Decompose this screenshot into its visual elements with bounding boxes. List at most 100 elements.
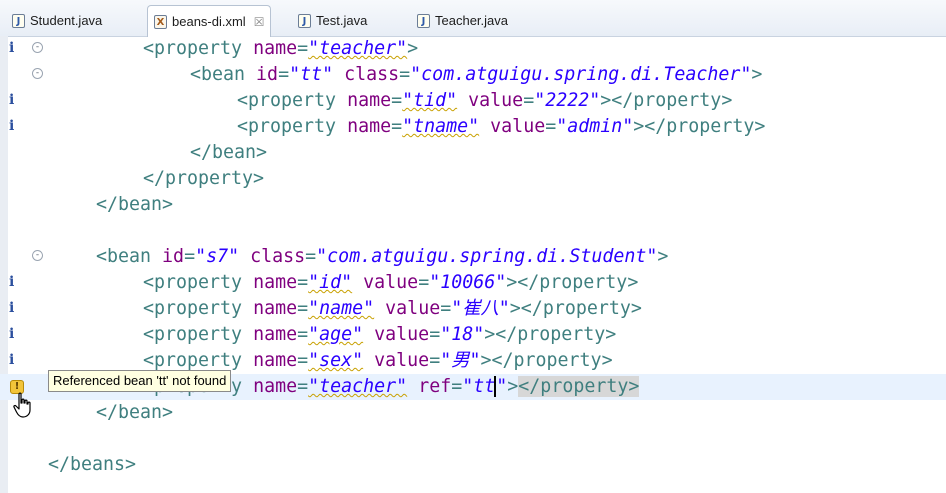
xml-tag-token: ></property> <box>507 376 640 397</box>
xml-tag-token: <property <box>237 90 348 111</box>
code-line[interactable]: i - <property name="teacher"> <box>0 36 946 62</box>
xml-attribute-token: id <box>162 246 185 267</box>
code-text: </beans> <box>48 454 136 476</box>
xml-tag-token: <property <box>237 116 348 137</box>
xml-tag-token: <bean <box>96 246 163 267</box>
xml-tag-token: = <box>297 272 309 293</box>
java-file-icon: J <box>417 13 430 28</box>
xml-editor[interactable]: i - <property name="teacher"> - <bean id="tt… <box>0 36 946 493</box>
fold-toggle-icon[interactable]: - <box>32 250 43 261</box>
code-line[interactable] <box>0 426 946 452</box>
xml-value-token: "tt" <box>462 376 508 397</box>
code-line[interactable]: </property> <box>0 166 946 192</box>
code-line[interactable]: i <property name="tname" value="admin"></… <box>0 114 946 140</box>
xml-tag-token: <property <box>143 324 254 345</box>
java-file-icon: J <box>298 13 311 28</box>
xml-tag-token: = <box>297 38 309 59</box>
code-line[interactable]: - <bean id="s7" class="com.atguigu.spring… <box>0 244 946 270</box>
xml-tag-token: </bean> <box>96 402 174 423</box>
xml-value-token: "com.atguigu.spring.di.Teacher" <box>410 64 752 85</box>
xml-value-token: "com.atguigu.spring.di.Student" <box>316 246 658 267</box>
xml-attribute-token: name <box>347 116 392 137</box>
fold-toggle-icon[interactable]: - <box>32 68 43 79</box>
xml-tag-token: </bean> <box>96 194 174 215</box>
code-line[interactable]: - <bean id="tt" class="com.atguigu.spring… <box>0 62 946 88</box>
code-line[interactable]: i <property name="id" value="10066"></pro… <box>0 270 946 296</box>
xml-tag-token <box>407 376 418 397</box>
xml-tag-token: = <box>451 376 463 397</box>
xml-value-token: "2222" <box>534 90 601 111</box>
code-text: <property name="sex" value="男"></propert… <box>143 350 613 372</box>
fold-toggle-icon[interactable]: - <box>32 42 43 53</box>
close-icon[interactable]: ☒ <box>254 15 265 29</box>
xml-value-token: "男" <box>440 350 481 371</box>
xml-value-token: "tid" <box>402 90 458 111</box>
info-marker-icon[interactable]: i <box>9 274 14 290</box>
code-line[interactable]: </bean> <box>0 140 946 166</box>
problem-tooltip: Referenced bean 'tt' not found <box>48 370 232 392</box>
xml-attribute-token: value <box>374 324 430 345</box>
xml-tag-token <box>457 90 468 111</box>
xml-tag-token: = <box>184 246 196 267</box>
xml-tag-token: </bean> <box>190 142 268 163</box>
code-text: </bean> <box>96 194 173 216</box>
xml-tag-token: = <box>429 324 441 345</box>
xml-tag-token: <property <box>143 38 254 59</box>
xml-tag-token: = <box>391 116 403 137</box>
xml-value-token: "tname" <box>402 116 480 137</box>
tab-label: Student.java <box>30 13 103 28</box>
xml-value-token: "18" <box>440 324 485 345</box>
hand-cursor-icon <box>13 392 31 418</box>
info-marker-icon[interactable]: i <box>9 40 14 56</box>
info-marker-icon[interactable]: i <box>9 118 14 134</box>
xml-attribute-token: name <box>253 298 298 319</box>
xml-tag-token <box>333 64 344 85</box>
xml-tag-token: = <box>429 350 441 371</box>
info-marker-icon[interactable]: i <box>9 300 14 316</box>
tab-test-java[interactable]: J Test.java <box>298 6 367 35</box>
xml-attribute-token: value <box>490 116 546 137</box>
xml-attribute-token: name <box>253 376 298 397</box>
xml-attribute-token: ref <box>418 376 452 397</box>
xml-tag-token: ></property> <box>484 324 617 345</box>
xml-tag-token <box>363 350 374 371</box>
tab-student-java[interactable]: J Student.java <box>12 6 102 35</box>
info-marker-icon[interactable]: i <box>9 326 14 342</box>
tab-beans-di-xml[interactable]: X beans-di.xml ☒ <box>147 5 272 37</box>
xml-attribute-token: id <box>256 64 279 85</box>
code-line[interactable]: i <property name="age" value="18"></prope… <box>0 322 946 348</box>
xml-value-token: "10066" <box>429 272 507 293</box>
xml-tag-token: = <box>418 272 430 293</box>
xml-attribute-token: value <box>363 272 419 293</box>
xml-tag-token: </beans> <box>48 454 137 475</box>
xml-tag-token: <property <box>143 272 254 293</box>
code-text: <property name="name" value="崔八"></prope… <box>143 298 642 320</box>
xml-tag-token: </property> <box>143 168 265 189</box>
code-text: <bean id="tt" class="com.atguigu.spring.… <box>190 64 762 86</box>
java-file-icon: J <box>12 13 25 28</box>
info-marker-icon[interactable]: i <box>9 352 14 368</box>
code-line[interactable]: i <property name="name" value="崔八"></prop… <box>0 296 946 322</box>
xml-tag-token: = <box>297 324 309 345</box>
xml-tag-token: = <box>305 246 317 267</box>
code-line[interactable]: </bean> <box>0 192 946 218</box>
xml-tag-token: <bean <box>190 64 257 85</box>
tab-teacher-java[interactable]: J Teacher.java <box>417 6 508 35</box>
xml-tag-token: = <box>399 64 411 85</box>
matching-tag-highlight: </property> <box>518 376 640 397</box>
xml-value-token: "admin" <box>556 116 634 137</box>
xml-tag-token <box>352 272 363 293</box>
code-line[interactable]: i <property name="tid" value="2222"></pro… <box>0 88 946 114</box>
code-text: <property name="tname" value="admin"></p… <box>237 116 765 138</box>
xml-value-token: "teacher" <box>308 38 408 59</box>
xml-tag-token: = <box>278 64 290 85</box>
code-line[interactable]: </beans> <box>0 452 946 478</box>
info-marker-icon[interactable]: i <box>9 92 14 108</box>
tab-label: beans-di.xml <box>172 14 246 29</box>
xml-tag-token: = <box>545 116 557 137</box>
code-line[interactable] <box>0 218 946 244</box>
xml-value-token: "sex" <box>308 350 364 371</box>
xml-tag-token: ></property> <box>480 350 613 371</box>
xml-value-token: "tt" <box>289 64 334 85</box>
code-line[interactable]: </bean> <box>0 400 946 426</box>
